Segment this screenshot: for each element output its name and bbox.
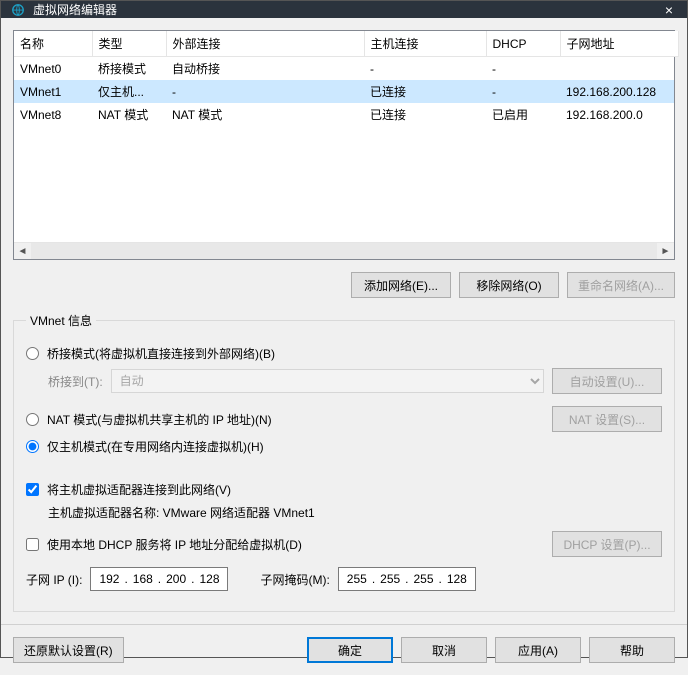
ip-octet-4[interactable]: [195, 572, 223, 586]
horizontal-scrollbar[interactable]: ◄ ►: [14, 242, 674, 259]
host-adapter-name: 主机虚拟适配器名称: VMware 网络适配器 VMnet1: [48, 504, 662, 521]
column-header[interactable]: DHCP: [486, 31, 560, 57]
table-row[interactable]: VMnet8NAT 模式NAT 模式已连接已启用192.168.200.0: [14, 103, 674, 126]
connect-host-adapter-label[interactable]: 将主机虚拟适配器连接到此网络(V): [47, 481, 231, 498]
window-title: 虚拟网络编辑器: [33, 1, 661, 18]
ok-button[interactable]: 确定: [307, 637, 393, 663]
bridge-to-label: 桥接到(T):: [48, 373, 103, 390]
column-header[interactable]: 主机连接: [364, 31, 486, 57]
connect-host-adapter-checkbox[interactable]: [26, 483, 39, 496]
close-icon[interactable]: ×: [661, 2, 677, 18]
network-buttons: 添加网络(E)... 移除网络(O) 重命名网络(A)...: [13, 272, 675, 298]
column-header[interactable]: 外部连接: [166, 31, 364, 57]
mask-octet-2[interactable]: [376, 572, 404, 586]
ip-octet-2[interactable]: [129, 572, 157, 586]
subnet-ip-label: 子网 IP (I):: [26, 571, 82, 588]
help-button[interactable]: 帮助: [589, 637, 675, 663]
mask-octet-4[interactable]: [443, 572, 471, 586]
network-table: 名称类型外部连接主机连接DHCP子网地址 VMnet0桥接模式自动桥接--VMn…: [13, 30, 675, 260]
restore-defaults-button[interactable]: 还原默认设置(R): [13, 637, 124, 663]
dhcp-settings-button[interactable]: DHCP 设置(P)...: [552, 531, 662, 557]
mask-octet-3[interactable]: [410, 572, 438, 586]
nat-settings-button[interactable]: NAT 设置(S)...: [552, 406, 662, 432]
use-dhcp-checkbox[interactable]: [26, 538, 39, 551]
nat-radio[interactable]: [26, 413, 39, 426]
virtual-network-editor-window: 虚拟网络编辑器 × 名称类型外部连接主机连接DHCP子网地址 VMnet0桥接模…: [0, 0, 688, 658]
hostonly-label[interactable]: 仅主机模式(在专用网络内连接虚拟机)(H): [47, 438, 264, 455]
app-icon: [11, 3, 25, 17]
mask-octet-1[interactable]: [343, 572, 371, 586]
titlebar[interactable]: 虚拟网络编辑器 ×: [1, 1, 687, 18]
table-row[interactable]: VMnet1仅主机...-已连接-192.168.200.128: [14, 80, 674, 103]
scroll-track[interactable]: [31, 243, 657, 259]
column-header[interactable]: 类型: [92, 31, 166, 57]
scroll-left-icon[interactable]: ◄: [14, 243, 31, 259]
subnet-mask-label: 子网掩码(M):: [260, 571, 329, 588]
ip-octet-3[interactable]: [162, 572, 190, 586]
nat-label[interactable]: NAT 模式(与虚拟机共享主机的 IP 地址)(N): [47, 411, 272, 428]
scroll-right-icon[interactable]: ►: [657, 243, 674, 259]
vmnet-info-group: VMnet 信息 桥接模式(将虚拟机直接连接到外部网络)(B) 桥接到(T): …: [13, 312, 675, 612]
vmnet-info-legend: VMnet 信息: [26, 312, 96, 329]
auto-settings-button[interactable]: 自动设置(U)...: [552, 368, 662, 394]
hostonly-radio[interactable]: [26, 440, 39, 453]
use-dhcp-label[interactable]: 使用本地 DHCP 服务将 IP 地址分配给虚拟机(D): [47, 536, 302, 553]
bridged-radio[interactable]: [26, 347, 39, 360]
apply-button[interactable]: 应用(A): [495, 637, 581, 663]
add-network-button[interactable]: 添加网络(E)...: [351, 272, 451, 298]
bridged-label[interactable]: 桥接模式(将虚拟机直接连接到外部网络)(B): [47, 345, 275, 362]
rename-network-button[interactable]: 重命名网络(A)...: [567, 272, 675, 298]
bridge-to-select[interactable]: 自动: [111, 369, 544, 393]
cancel-button[interactable]: 取消: [401, 637, 487, 663]
subnet-ip-field[interactable]: . . .: [90, 567, 228, 591]
remove-network-button[interactable]: 移除网络(O): [459, 272, 559, 298]
body: 名称类型外部连接主机连接DHCP子网地址 VMnet0桥接模式自动桥接--VMn…: [1, 18, 687, 624]
table-row[interactable]: VMnet0桥接模式自动桥接--: [14, 57, 674, 80]
subnet-mask-field[interactable]: . . .: [338, 567, 476, 591]
ip-octet-1[interactable]: [95, 572, 123, 586]
column-header[interactable]: 名称: [14, 31, 92, 57]
footer: 还原默认设置(R) 确定 取消 应用(A) 帮助: [1, 624, 687, 675]
column-header[interactable]: 子网地址: [560, 31, 678, 57]
